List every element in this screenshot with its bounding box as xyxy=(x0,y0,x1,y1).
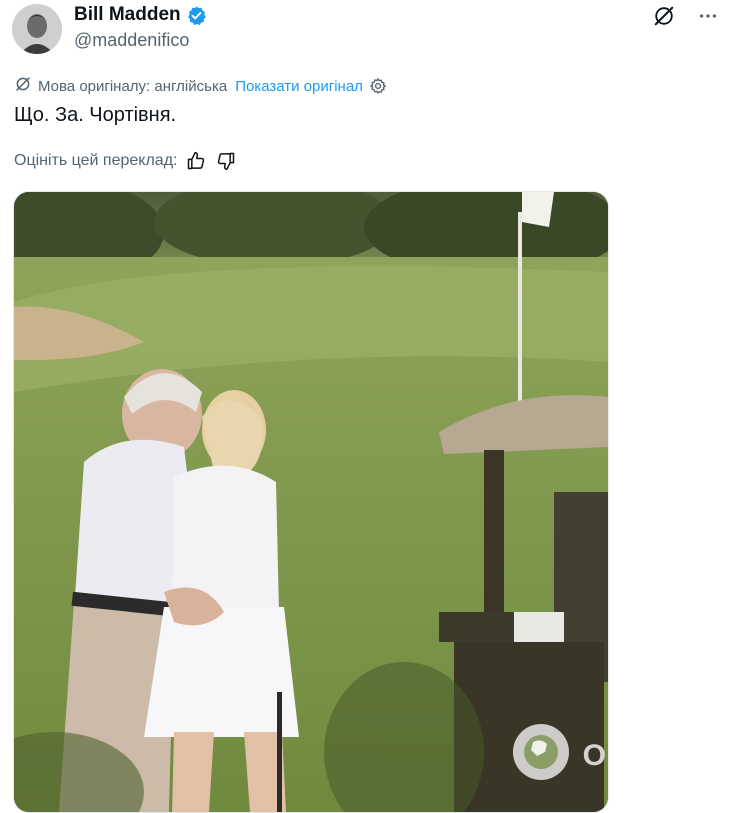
golf-course-photo xyxy=(14,192,608,812)
rating-label: Оцініть цей переклад: xyxy=(14,152,178,169)
tweet-top-actions xyxy=(652,4,720,28)
more-icon[interactable] xyxy=(696,4,720,28)
avatar-image xyxy=(12,4,62,54)
author-handle[interactable]: @maddenifico xyxy=(74,30,189,51)
tweet-media-image[interactable]: OBOZ.UA xyxy=(13,191,609,813)
show-original-link[interactable]: Показати оригінал xyxy=(235,78,363,95)
globe-icon xyxy=(511,722,571,790)
author-display-name[interactable]: Bill Madden xyxy=(74,4,181,26)
translation-info-row: Мова оригіналу: англійська Показати ориг… xyxy=(14,75,387,97)
gear-icon[interactable] xyxy=(369,77,387,95)
verified-icon xyxy=(186,5,207,26)
grok-translate-icon xyxy=(14,75,32,97)
thumbs-up-icon[interactable] xyxy=(185,150,207,172)
oboz-watermark: OBOZ.UA xyxy=(511,722,608,790)
translation-rating-row: Оцініть цей переклад: xyxy=(14,150,237,172)
author-name-row: Bill Madden xyxy=(74,4,207,26)
thumbs-down-icon[interactable] xyxy=(215,150,237,172)
avatar[interactable] xyxy=(12,4,62,54)
grok-icon[interactable] xyxy=(652,4,676,28)
watermark-text: OBOZ.UA xyxy=(582,739,608,772)
source-language-label: Мова оригіналу: англійська xyxy=(38,77,228,95)
tweet-text: Що. За. Чортівня. xyxy=(14,104,177,126)
